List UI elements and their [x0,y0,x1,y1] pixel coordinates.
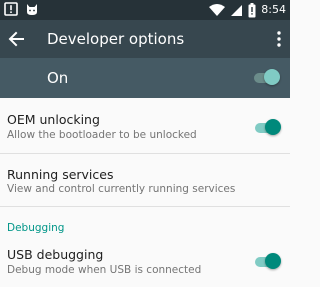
oem-unlocking-switch[interactable] [253,118,281,138]
preference-title: OEM unlocking [7,112,100,127]
usb-debugging-switch[interactable] [253,252,281,272]
cellular-signal-icon [231,5,243,16]
wifi-icon [209,4,226,16]
switch-thumb [265,253,281,269]
page-title: Developer options [47,30,185,48]
preference-summary: Debug mode when USB is connected [7,264,202,276]
preference-summary: View and control currently running servi… [7,183,236,195]
app-bar: Developer options [0,20,290,58]
more-vert-icon[interactable] [276,30,282,48]
category-debugging: Debugging [7,222,65,234]
switch-thumb [265,119,281,135]
preference-title: Running services [7,167,114,182]
master-switch[interactable] [252,68,280,88]
preference-oem-unlocking[interactable]: OEM unlocking Allow the bootloader to be… [0,98,290,154]
preference-summary: Allow the bootloader to be unlocked [7,129,197,141]
cat-icon [27,4,37,15]
switch-thumb [264,69,280,85]
preference-usb-debugging[interactable]: USB debugging Debug mode when USB is con… [0,238,290,287]
master-switch-bar[interactable]: On [0,58,290,98]
arrow-back-icon[interactable] [8,30,24,48]
status-time: 8:54 [261,3,286,16]
status-bar: 8:54 [0,0,290,20]
master-switch-label: On [47,69,69,87]
battery-icon [248,2,256,17]
preference-title: USB debugging [7,247,104,262]
warning-icon [4,2,18,16]
preference-running-services[interactable]: Running services View and control curren… [0,154,290,206]
divider [0,206,290,207]
